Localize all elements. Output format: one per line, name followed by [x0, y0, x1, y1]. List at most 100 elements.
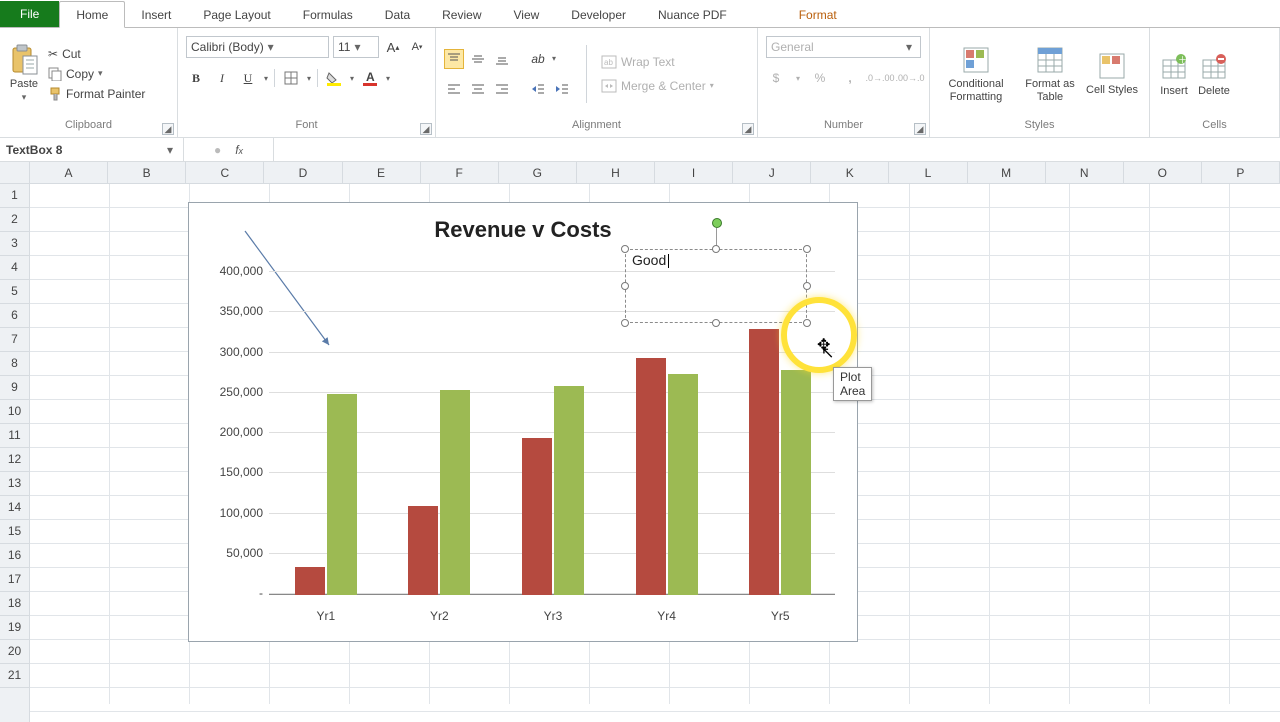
underline-button[interactable]: U [238, 68, 258, 88]
row-header[interactable]: 12 [0, 448, 29, 472]
align-center-button[interactable] [468, 79, 488, 99]
bar-costs[interactable] [781, 370, 811, 595]
row-header[interactable]: 14 [0, 496, 29, 520]
row-header[interactable]: 5 [0, 280, 29, 304]
bar-costs[interactable] [668, 374, 698, 595]
tab-formulas[interactable]: Formulas [287, 2, 369, 27]
column-header[interactable]: B [108, 162, 186, 183]
format-as-table-button[interactable]: Format as Table [1018, 44, 1082, 102]
cut-button[interactable]: ✂ Cut [48, 47, 145, 61]
font-face-select[interactable]: Calibri (Body)▾ [186, 36, 329, 58]
tab-page-layout[interactable]: Page Layout [187, 2, 286, 27]
delete-cells-button[interactable]: Delete [1198, 51, 1230, 97]
column-header[interactable]: D [264, 162, 342, 183]
clipboard-launcher[interactable]: ◢ [162, 123, 174, 135]
resize-handle-e[interactable] [803, 282, 811, 290]
tab-insert[interactable]: Insert [125, 2, 187, 27]
column-header[interactable]: H [577, 162, 655, 183]
row-header[interactable]: 20 [0, 640, 29, 664]
tab-home[interactable]: Home [59, 1, 125, 28]
resize-handle-w[interactable] [621, 282, 629, 290]
row-header[interactable]: 8 [0, 352, 29, 376]
accounting-button[interactable]: $ [766, 68, 786, 88]
column-header[interactable]: K [811, 162, 889, 183]
fx-icon[interactable]: fx [235, 143, 243, 157]
percent-button[interactable]: % [810, 68, 830, 88]
name-box[interactable]: TextBox 8▾ [0, 138, 184, 161]
bar-costs[interactable] [440, 390, 470, 595]
bar-revenue[interactable] [636, 358, 666, 595]
italic-button[interactable]: I [212, 68, 232, 88]
fill-color-button[interactable] [324, 68, 344, 88]
worksheet[interactable]: 123456789101112131415161718192021 ABCDEF… [0, 162, 1280, 722]
bold-button[interactable]: B [186, 68, 206, 88]
bar-revenue[interactable] [522, 438, 552, 595]
insert-cells-button[interactable]: ＋ Insert [1158, 51, 1190, 97]
column-header[interactable]: E [343, 162, 421, 183]
tab-view[interactable]: View [498, 2, 556, 27]
bar-revenue[interactable] [295, 567, 325, 595]
align-left-button[interactable] [444, 79, 464, 99]
row-header[interactable]: 18 [0, 592, 29, 616]
number-format-select[interactable]: General▾ [766, 36, 921, 58]
tab-developer[interactable]: Developer [555, 2, 642, 27]
cell-styles-button[interactable]: Cell Styles [1086, 50, 1138, 96]
paste-button[interactable]: Paste ▾ [8, 44, 40, 103]
row-header[interactable]: 13 [0, 472, 29, 496]
row-header[interactable]: 3 [0, 232, 29, 256]
row-header[interactable]: 7 [0, 328, 29, 352]
column-header[interactable]: L [889, 162, 967, 183]
bar-revenue[interactable] [749, 329, 779, 595]
font-launcher[interactable]: ◢ [420, 123, 432, 135]
font-color-button[interactable]: A [360, 68, 380, 88]
row-header[interactable]: 21 [0, 664, 29, 688]
resize-handle-s[interactable] [712, 319, 720, 327]
tab-data[interactable]: Data [369, 2, 426, 27]
chart-object[interactable]: Revenue v Costs Yr1Yr2Yr3Yr4Yr5 Good ✥↖ … [188, 202, 858, 642]
row-header[interactable]: 16 [0, 544, 29, 568]
resize-handle-sw[interactable] [621, 319, 629, 327]
column-header[interactable]: I [655, 162, 733, 183]
column-header[interactable]: M [968, 162, 1046, 183]
wrap-text-button[interactable]: abWrap Text [601, 55, 714, 69]
number-launcher[interactable]: ◢ [914, 123, 926, 135]
row-header[interactable]: 11 [0, 424, 29, 448]
borders-button[interactable] [281, 68, 301, 88]
row-header[interactable]: 1 [0, 184, 29, 208]
column-header[interactable]: A [30, 162, 108, 183]
alignment-launcher[interactable]: ◢ [742, 123, 754, 135]
copy-button[interactable]: Copy ▾ [48, 67, 145, 81]
resize-handle-nw[interactable] [621, 245, 629, 253]
align-middle-button[interactable] [468, 49, 488, 69]
format-painter-button[interactable]: Format Painter [48, 87, 145, 101]
row-header[interactable]: 10 [0, 400, 29, 424]
column-header[interactable]: N [1046, 162, 1124, 183]
rotate-handle[interactable] [712, 218, 722, 228]
tab-nuance-pdf[interactable]: Nuance PDF [642, 2, 743, 27]
comma-button[interactable]: , [840, 68, 860, 88]
increase-indent-button[interactable] [552, 79, 572, 99]
bar-costs[interactable] [327, 394, 357, 595]
select-all-corner[interactable] [0, 162, 29, 184]
align-right-button[interactable] [492, 79, 512, 99]
bar-revenue[interactable] [408, 506, 438, 595]
row-header[interactable]: 6 [0, 304, 29, 328]
align-bottom-button[interactable] [492, 49, 512, 69]
column-header[interactable]: F [421, 162, 499, 183]
row-header[interactable]: 2 [0, 208, 29, 232]
column-header[interactable]: C [186, 162, 264, 183]
row-header[interactable]: 9 [0, 376, 29, 400]
resize-handle-ne[interactable] [803, 245, 811, 253]
resize-handle-n[interactable] [712, 245, 720, 253]
increase-decimal-button[interactable]: .0→.00 [870, 68, 890, 88]
align-top-button[interactable] [444, 49, 464, 69]
column-header[interactable]: G [499, 162, 577, 183]
tab-review[interactable]: Review [426, 2, 497, 27]
merge-center-button[interactable]: Merge & Center▾ [601, 79, 714, 93]
row-header[interactable]: 4 [0, 256, 29, 280]
bar-costs[interactable] [554, 386, 584, 595]
row-header[interactable]: 19 [0, 616, 29, 640]
tab-file[interactable]: File [0, 1, 59, 27]
decrease-decimal-button[interactable]: .00→.0 [900, 68, 920, 88]
cancel-icon[interactable]: ● [214, 143, 221, 157]
